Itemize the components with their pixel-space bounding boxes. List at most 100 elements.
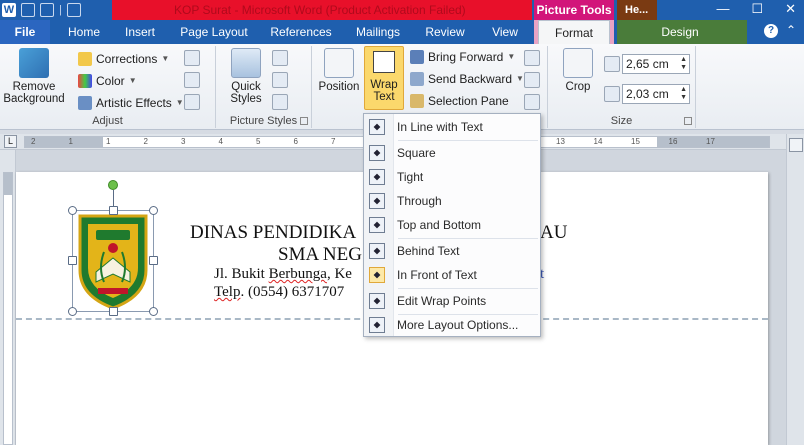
selection-pane-button[interactable]: Selection Pane [410,92,509,110]
tab-mailings[interactable]: Mailings [350,20,406,44]
resize-handle-bottom-right[interactable] [149,307,158,316]
phone-text: . (0554) 6371707 [240,284,345,300]
resize-handle-right[interactable] [149,256,158,265]
edit-wrap-points-icon [369,293,385,309]
resize-handle-top-left[interactable] [68,206,77,215]
shape-height-icon [604,56,620,72]
maximize-button[interactable]: ☐ [751,0,763,20]
school-logo-image[interactable] [74,212,152,312]
picture-effects-icon[interactable] [272,72,288,88]
view-ruler-bar [786,134,804,445]
save-icon[interactable] [21,3,35,17]
color-label: Color [96,74,125,88]
tab-format[interactable]: Format [538,20,610,44]
shape-width-input[interactable]: 2,03 cm ▲ ▼ [622,84,690,104]
position-button[interactable]: Position [316,48,362,93]
size-launcher-icon[interactable] [684,117,692,125]
menu-item-through[interactable]: Through [364,190,540,212]
ribbon-collapse-icon[interactable]: ⌃ [786,23,796,37]
menu-item-label: In Line with Text [397,120,483,134]
picture-layout-icon[interactable] [272,94,288,110]
reset-picture-icon[interactable] [184,94,200,110]
change-picture-icon[interactable] [184,72,200,88]
bring-forward-icon [410,50,424,64]
selection-pane-label: Selection Pane [428,94,509,108]
chevron-down-icon: ▼ [175,98,184,107]
tab-page-layout[interactable]: Page Layout [178,20,250,44]
resize-handle-top[interactable] [109,206,118,215]
wrap-text-menu: In Line with Text Square Tight Through T… [363,113,541,337]
width-spinner-icon[interactable]: ▲ ▼ [680,86,687,102]
spelling-flagged-word: Berbunga [268,266,327,282]
menu-item-label: In Front of Text [397,268,477,282]
vertical-ruler [0,150,16,445]
send-backward-icon [410,72,424,86]
tab-review[interactable]: Review [420,20,470,44]
tab-references[interactable]: References [266,20,336,44]
close-button[interactable]: ✕ [785,0,796,20]
menu-item-label: Square [397,146,436,160]
align-icon[interactable] [524,50,540,66]
menu-item-tight[interactable]: Tight [364,166,540,188]
view-ruler-icon[interactable] [789,138,803,152]
height-spinner-icon[interactable]: ▲ ▼ [680,56,687,72]
menu-item-behind-text[interactable]: Behind Text [364,240,540,262]
tab-view[interactable]: View [484,20,526,44]
ruler-number: 3 [181,137,186,146]
menu-item-top-and-bottom[interactable]: Top and Bottom [364,214,540,236]
shape-width-icon [604,86,620,102]
menu-item-label: Tight [397,170,424,184]
crop-button[interactable]: Crop [558,48,598,93]
picture-styles-group-label: Picture Styles [229,115,298,127]
ruler-number: 1 [68,137,73,146]
minimize-button[interactable]: — [716,0,729,20]
quick-styles-label: Quick Styles [230,81,262,105]
shape-height-input[interactable]: 2,65 cm ▲ ▼ [622,54,690,74]
menu-item-edit-wrap-points[interactable]: Edit Wrap Points [364,290,540,312]
rotation-handle[interactable] [108,180,118,190]
help-icon[interactable]: ? [764,24,778,38]
picture-border-icon[interactable] [272,50,288,66]
redo-icon[interactable] [66,3,81,17]
wrap-text-label: Wrap Text [370,79,398,103]
picture-styles-group: Quick Styles Picture Styles [216,46,312,128]
artistic-effects-button[interactable]: Artistic Effects ▼ [78,94,184,112]
letterhead-address-line-1: Jl. Bukit Berbunga, Ke [214,266,352,283]
menu-item-in-line-with-text[interactable]: In Line with Text [364,116,540,138]
artistic-effects-icon [78,96,92,110]
menu-item-in-front-of-text[interactable]: In Front of Text [364,264,540,286]
ruler-number: 7 [331,137,336,146]
word-logo-icon[interactable]: W [2,3,16,17]
quick-styles-button[interactable]: Quick Styles [224,48,268,105]
ribbon-tab-row: File Home Insert Page Layout References … [0,20,804,44]
remove-background-button[interactable]: Remove Background [2,48,66,105]
undo-icon[interactable] [40,3,54,17]
letterhead-heading-1: DINAS PENDIDIKA [190,222,357,243]
size-group: Crop 2,65 cm ▲ ▼ 2,03 cm ▲ ▼ Size [548,46,696,128]
tab-selector-icon[interactable]: L [4,135,17,148]
compress-pictures-icon[interactable] [184,50,200,66]
picture-styles-launcher-icon[interactable] [300,117,308,125]
tab-home[interactable]: Home [62,20,106,44]
resize-handle-bottom-left[interactable] [68,307,77,316]
bring-forward-button[interactable]: Bring Forward ▼ [410,48,515,66]
ruler-number: 6 [293,137,298,146]
title-bar: W | KOP Surat - Microsoft Word (Product … [0,0,804,20]
tab-insert[interactable]: Insert [118,20,162,44]
resize-handle-left[interactable] [68,256,77,265]
rotate-icon[interactable] [524,94,540,110]
ruler-number: 2 [31,137,36,146]
menu-item-square[interactable]: Square [364,142,540,164]
send-backward-button[interactable]: Send Backward ▼ [410,70,524,88]
menu-item-more-layout-options[interactable]: More Layout Options... [364,314,540,336]
tab-design[interactable]: Design [640,20,720,44]
tab-file[interactable]: File [0,20,50,44]
ruler-left-margin [25,137,103,147]
resize-handle-top-right[interactable] [149,206,158,215]
color-button[interactable]: Color ▼ [78,72,137,90]
wrap-text-button[interactable]: Wrap Text [364,46,404,110]
group-icon[interactable] [524,72,540,88]
corrections-button[interactable]: Corrections ▼ [78,50,169,68]
through-wrap-icon [369,193,385,209]
resize-handle-bottom[interactable] [109,307,118,316]
